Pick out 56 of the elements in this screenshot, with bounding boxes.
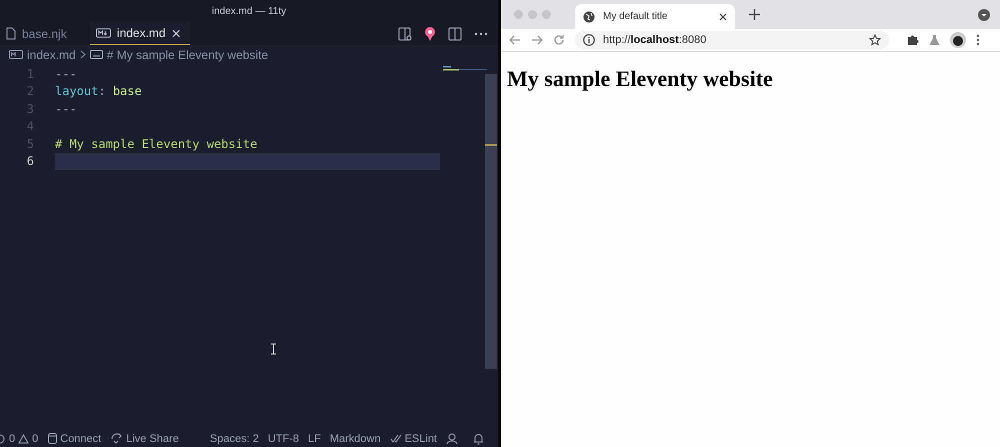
share-icon xyxy=(111,433,124,444)
close-icon[interactable] xyxy=(719,12,727,20)
markdown-icon xyxy=(9,50,23,59)
status-item[interactable]: ESLint xyxy=(404,432,437,444)
line-number: 5 xyxy=(26,136,35,151)
warning-icon[interactable] xyxy=(18,434,30,444)
editor-tab[interactable]: base.njk xyxy=(0,22,90,45)
error-count[interactable]: 0 xyxy=(9,432,16,444)
browser-tab[interactable]: My default title xyxy=(575,4,735,29)
line-number: 3 xyxy=(26,102,35,116)
line-number: 1 xyxy=(26,66,35,81)
flask-icon[interactable] xyxy=(929,34,940,46)
more-icon[interactable] xyxy=(474,32,488,36)
info-icon[interactable] xyxy=(583,34,595,46)
status-item[interactable]: Markdown xyxy=(330,432,381,444)
code-line: --- xyxy=(55,102,77,116)
markdown-icon xyxy=(96,28,111,38)
star-icon[interactable] xyxy=(869,34,881,46)
database-icon xyxy=(48,433,58,444)
new-tab-icon[interactable] xyxy=(749,9,760,20)
reload-icon[interactable] xyxy=(553,34,565,46)
pin-icon[interactable] xyxy=(424,26,436,42)
code-line: layout: base xyxy=(55,84,142,98)
bell-icon[interactable] xyxy=(473,432,484,444)
tab-search-icon[interactable] xyxy=(978,8,990,20)
scrollbar[interactable] xyxy=(485,74,497,369)
preview-icon[interactable] xyxy=(398,26,412,40)
line-number: 6 xyxy=(26,154,35,168)
address-bar[interactable]: http://localhost:8080 xyxy=(575,31,889,49)
code-line: --- xyxy=(55,66,77,81)
status-item[interactable]: Connect xyxy=(60,432,102,444)
status-item[interactable]: Spaces: 2 xyxy=(210,432,259,444)
more-icon[interactable] xyxy=(976,34,980,46)
forward-icon[interactable] xyxy=(531,35,543,45)
status-item[interactable]: LF xyxy=(308,432,321,444)
text-cursor-icon xyxy=(270,343,277,355)
feedback-icon[interactable] xyxy=(446,432,458,444)
file-icon xyxy=(6,27,16,40)
status-item[interactable]: Live Share xyxy=(126,432,179,444)
line-number: 4 xyxy=(26,119,35,134)
warning-count[interactable]: 0 xyxy=(32,432,38,444)
editor-tab[interactable]: index.md xyxy=(90,22,190,45)
status-item[interactable]: UTF-8 xyxy=(268,432,299,444)
back-icon[interactable] xyxy=(509,35,521,45)
chevron-icon xyxy=(80,50,86,59)
double-check-icon xyxy=(390,434,402,443)
split-editor-icon[interactable] xyxy=(448,26,462,40)
code-line: # My sample Eleventy website xyxy=(55,136,258,151)
puzzle-icon[interactable] xyxy=(907,34,919,46)
window-title: index.md — 11ty xyxy=(212,6,286,16)
breadcrumb-item[interactable]: index.md xyxy=(27,48,76,62)
breadcrumb-item[interactable]: # My sample Eleventy website xyxy=(106,48,268,62)
line-number: 2 xyxy=(26,84,35,98)
page-heading: My sample Eleventy website xyxy=(507,66,774,92)
symbol-icon xyxy=(90,50,103,59)
avatar-icon[interactable] xyxy=(950,32,966,48)
